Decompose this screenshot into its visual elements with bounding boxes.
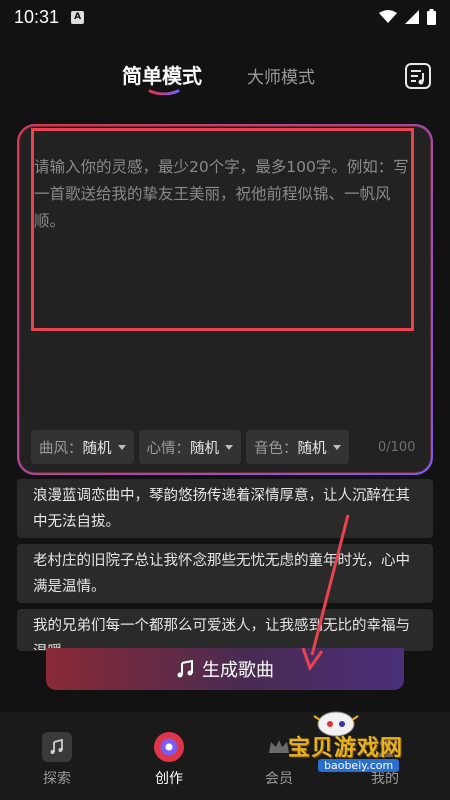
watermark-url: baobeiy.com [318, 759, 400, 772]
music-note-icon [177, 660, 193, 678]
generate-song-label: 生成歌曲 [202, 660, 274, 681]
status-time: 10:31 [14, 6, 60, 27]
voice-label: 音色： [254, 440, 298, 457]
nav-explore-label: 探索 [43, 771, 71, 787]
mode-header: 简单模式 大师模式 [0, 52, 450, 98]
caret-down-icon [332, 444, 341, 450]
suggestion-item[interactable]: 我的兄弟们每一个都那么可爱迷人，让我感到无比的幸福与温暖。 [17, 609, 433, 651]
generate-song-button[interactable]: 生成歌曲 [46, 648, 404, 690]
mood-select[interactable]: 心情： 随机 [138, 430, 241, 464]
char-counter: 0/100 [378, 440, 416, 455]
status-icons [379, 9, 436, 25]
voice-value: 随机 [297, 440, 327, 457]
nav-create[interactable]: 创作 [134, 732, 204, 788]
vinyl-disc-icon [154, 732, 184, 762]
status-bar: 10:31 A [0, 0, 450, 34]
mood-label: 心情： [146, 440, 191, 457]
suggestion-item[interactable]: 老村庄的旧院子总让我怀念那些无忧无虑的童年时光，心中满是温情。 [17, 544, 433, 603]
tab-simple-mode[interactable]: 简单模式 [122, 60, 202, 89]
nav-explore[interactable]: 探索 [22, 732, 92, 788]
style-select[interactable]: 曲风： 随机 [31, 430, 134, 464]
wifi-icon [379, 10, 397, 23]
notification-icon: A [71, 10, 85, 24]
mood-value: 随机 [190, 440, 219, 457]
style-value: 随机 [82, 440, 112, 457]
option-chips: 曲风： 随机 心情： 随机 音色： 随机 [31, 430, 349, 464]
music-square-icon [42, 732, 72, 762]
style-label: 曲风： [39, 440, 83, 457]
playlist-icon[interactable] [404, 62, 432, 90]
signal-icon [405, 10, 419, 24]
caret-down-icon [117, 444, 126, 450]
nav-member-label: 会员 [265, 771, 293, 787]
inspiration-placeholder[interactable]: 请输入你的灵感，最少20个字，最多100字。例如：写一首歌送给我的挚友王美丽，祝… [34, 154, 410, 235]
tab-active-indicator [148, 89, 180, 95]
nav-create-label: 创作 [155, 771, 183, 787]
watermark-text: 宝贝游戏网 [288, 736, 404, 761]
suggestion-item[interactable]: 浪漫蓝调恋曲中，琴韵悠扬传递着深情厚意，让人沉醉在其中无法自拔。 [17, 479, 433, 538]
tab-master-mode[interactable]: 大师模式 [247, 63, 315, 88]
battery-icon [427, 9, 436, 25]
voice-select[interactable]: 音色： 随机 [246, 430, 349, 464]
caret-down-icon [225, 444, 233, 450]
